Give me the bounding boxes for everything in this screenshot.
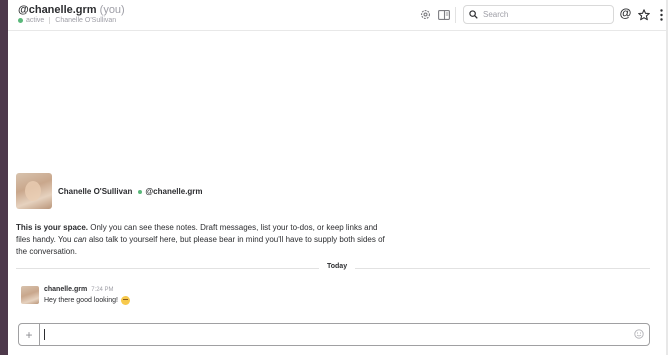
intro-bold: This is your space. (16, 223, 89, 232)
intro-handle[interactable]: @chanelle.grm (145, 187, 202, 196)
search-placeholder: Search (483, 10, 509, 19)
header-divider (455, 7, 456, 23)
channel-name[interactable]: @chanelle.grm (18, 4, 97, 16)
message-composer[interactable]: + (18, 323, 650, 346)
channel-header: @chanelle.grm (you) active Chanelle O'Su… (8, 0, 666, 31)
you-suffix: (you) (99, 4, 125, 16)
workspace-sidebar-edge (0, 0, 8, 355)
message-text: Hey there good looking! (44, 297, 118, 304)
avatar[interactable] (21, 286, 39, 304)
emoji-icon[interactable] (634, 329, 644, 339)
star-icon[interactable] (637, 8, 650, 21)
at-icon[interactable]: @ (619, 6, 632, 20)
avatar[interactable] (16, 173, 52, 209)
presence-dot (138, 189, 143, 194)
day-divider-label: Today (319, 263, 356, 270)
text-cursor (44, 329, 45, 340)
channel-meta: active Chanelle O'Sullivan (18, 17, 116, 24)
gear-icon[interactable] (419, 8, 432, 21)
intro-name-row: Chanelle O'Sullivan @chanelle.grm (58, 187, 203, 196)
intro-name[interactable]: Chanelle O'Sullivan (58, 187, 132, 196)
message-author[interactable]: chanelle.grm (44, 286, 87, 293)
intro-description: This is your space. Only you can see the… (16, 222, 386, 258)
intro-italic: can (73, 235, 87, 244)
search-icon (469, 10, 479, 20)
panel-icon[interactable] (437, 8, 450, 21)
plus-icon[interactable]: + (19, 324, 40, 345)
message-body: Hey there good looking! (44, 296, 130, 305)
emoji-icon (120, 296, 130, 305)
full-name: Chanelle O'Sullivan (55, 17, 117, 24)
more-icon[interactable] (655, 8, 668, 21)
message-time[interactable]: 7:24 PM (91, 287, 113, 293)
search-input[interactable]: Search (463, 5, 614, 24)
presence-status: active (26, 17, 45, 24)
presence-dot (18, 18, 23, 23)
channel-title[interactable]: @chanelle.grm (you) (18, 4, 125, 16)
message-header: chanelle.grm 7:24 PM (44, 286, 114, 293)
meta-separator (49, 17, 51, 24)
